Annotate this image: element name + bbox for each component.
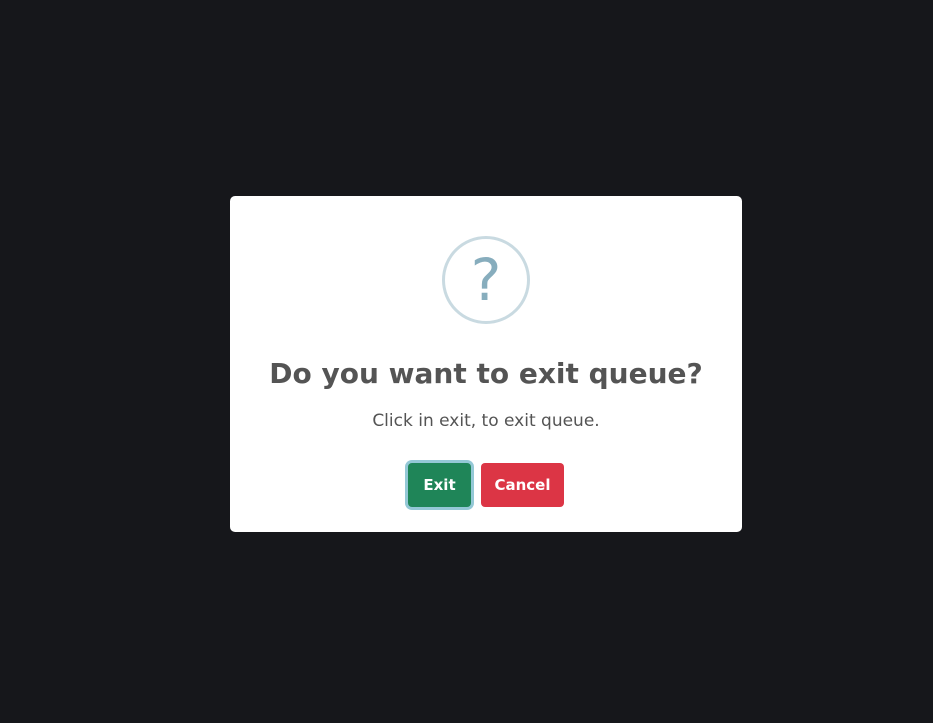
exit-button[interactable]: Exit (408, 463, 471, 507)
cancel-button[interactable]: Cancel (481, 463, 564, 507)
question-icon: ? (442, 236, 530, 324)
dialog-actions: Exit Cancel (230, 463, 742, 507)
modal-backdrop: ? Do you want to exit queue? Click in ex… (0, 0, 933, 723)
dialog-message: Click in exit, to exit queue. (372, 411, 600, 431)
dialog-title: Do you want to exit queue? (269, 357, 703, 390)
question-icon-glyph: ? (470, 246, 502, 314)
confirm-dialog: ? Do you want to exit queue? Click in ex… (230, 196, 742, 532)
